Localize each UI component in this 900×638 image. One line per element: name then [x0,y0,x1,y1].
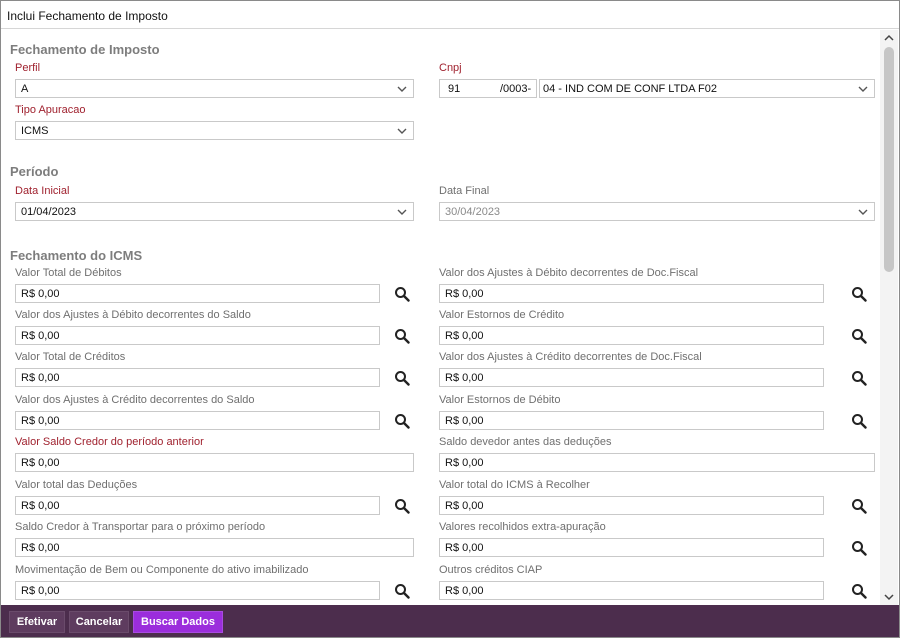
footer-bar: Efetivar Cancelar Buscar Dados [1,605,899,637]
field-value: R$ 0,00 [21,585,60,597]
cnpj-part1: 91 [448,83,461,95]
chevron-down-icon [858,209,868,215]
field-value: R$ 0,00 [21,542,60,554]
field-value: R$ 0,00 [445,585,484,597]
icms-field-label: Saldo devedor antes das deduções [439,436,612,448]
field-value: R$ 0,00 [445,372,484,384]
data-inicial-label: Data Inicial [15,185,70,197]
field-value: R$ 0,00 [21,457,60,469]
total-deducoes-field[interactable]: R$ 0,00 [15,496,380,515]
icms-field-label: Movimentação de Bem ou Componente do ati… [15,564,309,576]
saldo-credor-anterior-field[interactable]: R$ 0,00 [15,453,414,472]
company-select[interactable]: 04 - IND COM DE CONF LTDA F02 [539,79,875,98]
scroll-thumb[interactable] [884,47,894,272]
field-value: R$ 0,00 [21,288,60,300]
search-icon[interactable] [851,328,867,344]
data-final-label: Data Final [439,185,490,197]
field-value: R$ 0,00 [445,500,484,512]
field-value: R$ 0,00 [445,542,484,554]
icms-field-label: Valor dos Ajustes à Crédito decorrentes … [439,351,702,363]
estornos-credito-field[interactable]: R$ 0,00 [439,326,824,345]
icms-field-label: Outros créditos CIAP [439,564,543,576]
efetivar-button[interactable]: Efetivar [9,611,65,633]
search-icon[interactable] [851,583,867,599]
chevron-down-icon [858,86,868,92]
recolhidos-extra-apuracao-field[interactable]: R$ 0,00 [439,538,824,557]
perfil-select[interactable]: A [15,79,414,98]
perfil-label: Perfil [15,62,41,74]
buscar-dados-button[interactable]: Buscar Dados [133,611,223,633]
data-inicial-value: 01/04/2023 [21,206,77,218]
icms-field-label: Valor Saldo Credor do período anterior [15,436,204,448]
form-content: Fechamento de Imposto Perfil A Cnpj 91 /… [1,30,881,605]
saldo-devedor-field[interactable]: R$ 0,00 [439,453,875,472]
tipo-apuracao-select[interactable]: ICMS [15,121,414,140]
ajustes-debito-saldo-field[interactable]: R$ 0,00 [15,326,380,345]
data-final-value: 30/04/2023 [445,206,501,218]
saldo-credor-transportar-field[interactable]: R$ 0,00 [15,538,414,557]
icms-field-label: Valor dos Ajustes à Débito decorrentes d… [439,267,699,279]
field-value: R$ 0,00 [445,330,484,342]
scroll-down-arrow-icon[interactable] [884,592,894,602]
estornos-debito-field[interactable]: R$ 0,00 [439,411,824,430]
field-value: R$ 0,00 [445,457,484,469]
icms-field-label: Valores recolhidos extra-apuração [439,521,606,533]
field-value: R$ 0,00 [21,330,60,342]
icms-field-label: Saldo Credor à Transportar para o próxim… [15,521,266,533]
chevron-down-icon [397,209,407,215]
field-value: R$ 0,00 [21,415,60,427]
search-icon[interactable] [394,583,410,599]
search-icon[interactable] [394,370,410,386]
field-value: R$ 0,00 [445,288,484,300]
search-icon[interactable] [851,498,867,514]
section-title-periodo: Período [10,164,59,179]
cnpj-part2: /0003- [500,83,532,95]
cancelar-button[interactable]: Cancelar [69,611,129,633]
search-icon[interactable] [394,413,410,429]
search-icon[interactable] [851,540,867,556]
dialog-window: Inclui Fechamento de Imposto Fechamento … [0,0,900,638]
chevron-down-icon [397,128,407,134]
icms-field-label: Valor Total de Débitos [15,267,122,279]
icms-field-label: Valor dos Ajustes à Débito decorrentes d… [15,309,251,321]
icms-field-label: Valor dos Ajustes à Crédito decorrentes … [15,394,255,406]
tipo-apuracao-value: ICMS [21,125,49,137]
ajustes-credito-docfiscal-field[interactable]: R$ 0,00 [439,368,824,387]
search-icon[interactable] [851,413,867,429]
data-final-select[interactable]: 30/04/2023 [439,202,875,221]
icms-field-label: Valor total do ICMS à Recolher [439,479,590,491]
valor-total-debitos-field[interactable]: R$ 0,00 [15,284,380,303]
field-value: R$ 0,00 [445,415,484,427]
search-icon[interactable] [394,328,410,344]
ajustes-credito-saldo-field[interactable]: R$ 0,00 [15,411,380,430]
cnpj-label: Cnpj [439,62,462,74]
search-icon[interactable] [394,498,410,514]
ajustes-debito-docfiscal-field[interactable]: R$ 0,00 [439,284,824,303]
search-icon[interactable] [394,286,410,302]
data-inicial-select[interactable]: 01/04/2023 [15,202,414,221]
vertical-scrollbar[interactable] [880,30,898,605]
icms-field-label: Valor total das Deduções [15,479,138,491]
chevron-down-icon [397,86,407,92]
perfil-value: A [21,83,29,95]
outros-creditos-ciap-field[interactable]: R$ 0,00 [439,581,824,600]
section-title-fechamento: Fechamento de Imposto [10,42,160,57]
search-icon[interactable] [851,286,867,302]
icms-field-label: Valor Estornos de Débito [439,394,561,406]
title-bar: Inclui Fechamento de Imposto [1,1,899,29]
section-title-icms: Fechamento do ICMS [10,248,143,263]
movimentacao-ativo-field[interactable]: R$ 0,00 [15,581,380,600]
icms-field-label: Valor Estornos de Crédito [439,309,565,321]
field-value: R$ 0,00 [21,372,60,384]
icms-field-label: Valor Total de Créditos [15,351,126,363]
valor-total-creditos-field[interactable]: R$ 0,00 [15,368,380,387]
tipo-apuracao-label: Tipo Apuracao [15,104,86,116]
field-value: R$ 0,00 [21,500,60,512]
scroll-up-arrow-icon[interactable] [884,33,894,43]
icms-a-recolher-field[interactable]: R$ 0,00 [439,496,824,515]
search-icon[interactable] [851,370,867,386]
window-title: Inclui Fechamento de Imposto [7,9,168,23]
company-value: 04 - IND COM DE CONF LTDA F02 [543,83,717,95]
cnpj-input[interactable]: 91 /0003- [439,79,537,98]
